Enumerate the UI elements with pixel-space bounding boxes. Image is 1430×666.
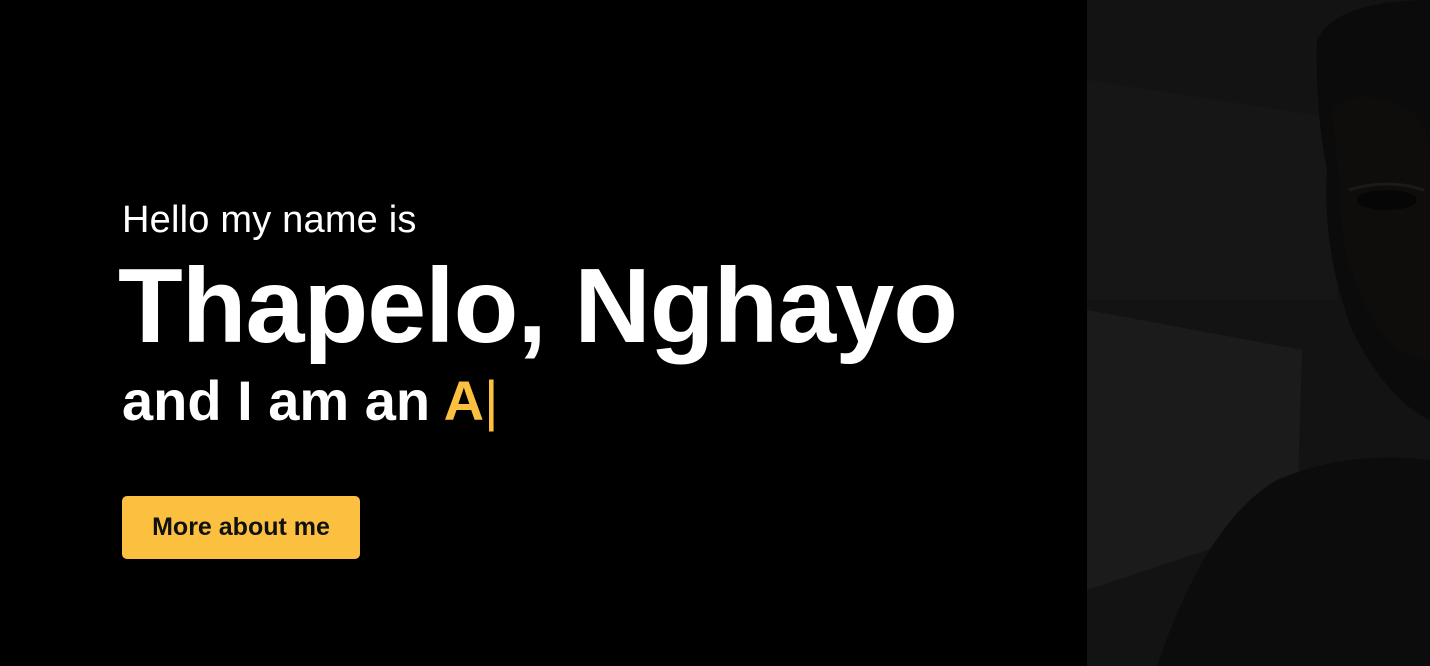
- hero-name: Thapelo, Nghayo: [118, 247, 958, 365]
- portrait-photo: [1087, 0, 1430, 666]
- role-prefix: and I am an: [122, 369, 444, 432]
- more-about-me-button[interactable]: More about me: [122, 496, 360, 559]
- hero-text: Hello my name is Thapelo, Nghayo and I a…: [118, 196, 958, 436]
- greeting-text: Hello my name is: [122, 199, 417, 241]
- hero-section: Hello my name is Thapelo, Nghayo and I a…: [0, 0, 1430, 666]
- role-typed-text: A: [443, 369, 485, 432]
- role-line: and I am an A|: [122, 366, 957, 436]
- portrait-illustration: [1087, 0, 1430, 666]
- typing-cursor: |: [484, 369, 499, 432]
